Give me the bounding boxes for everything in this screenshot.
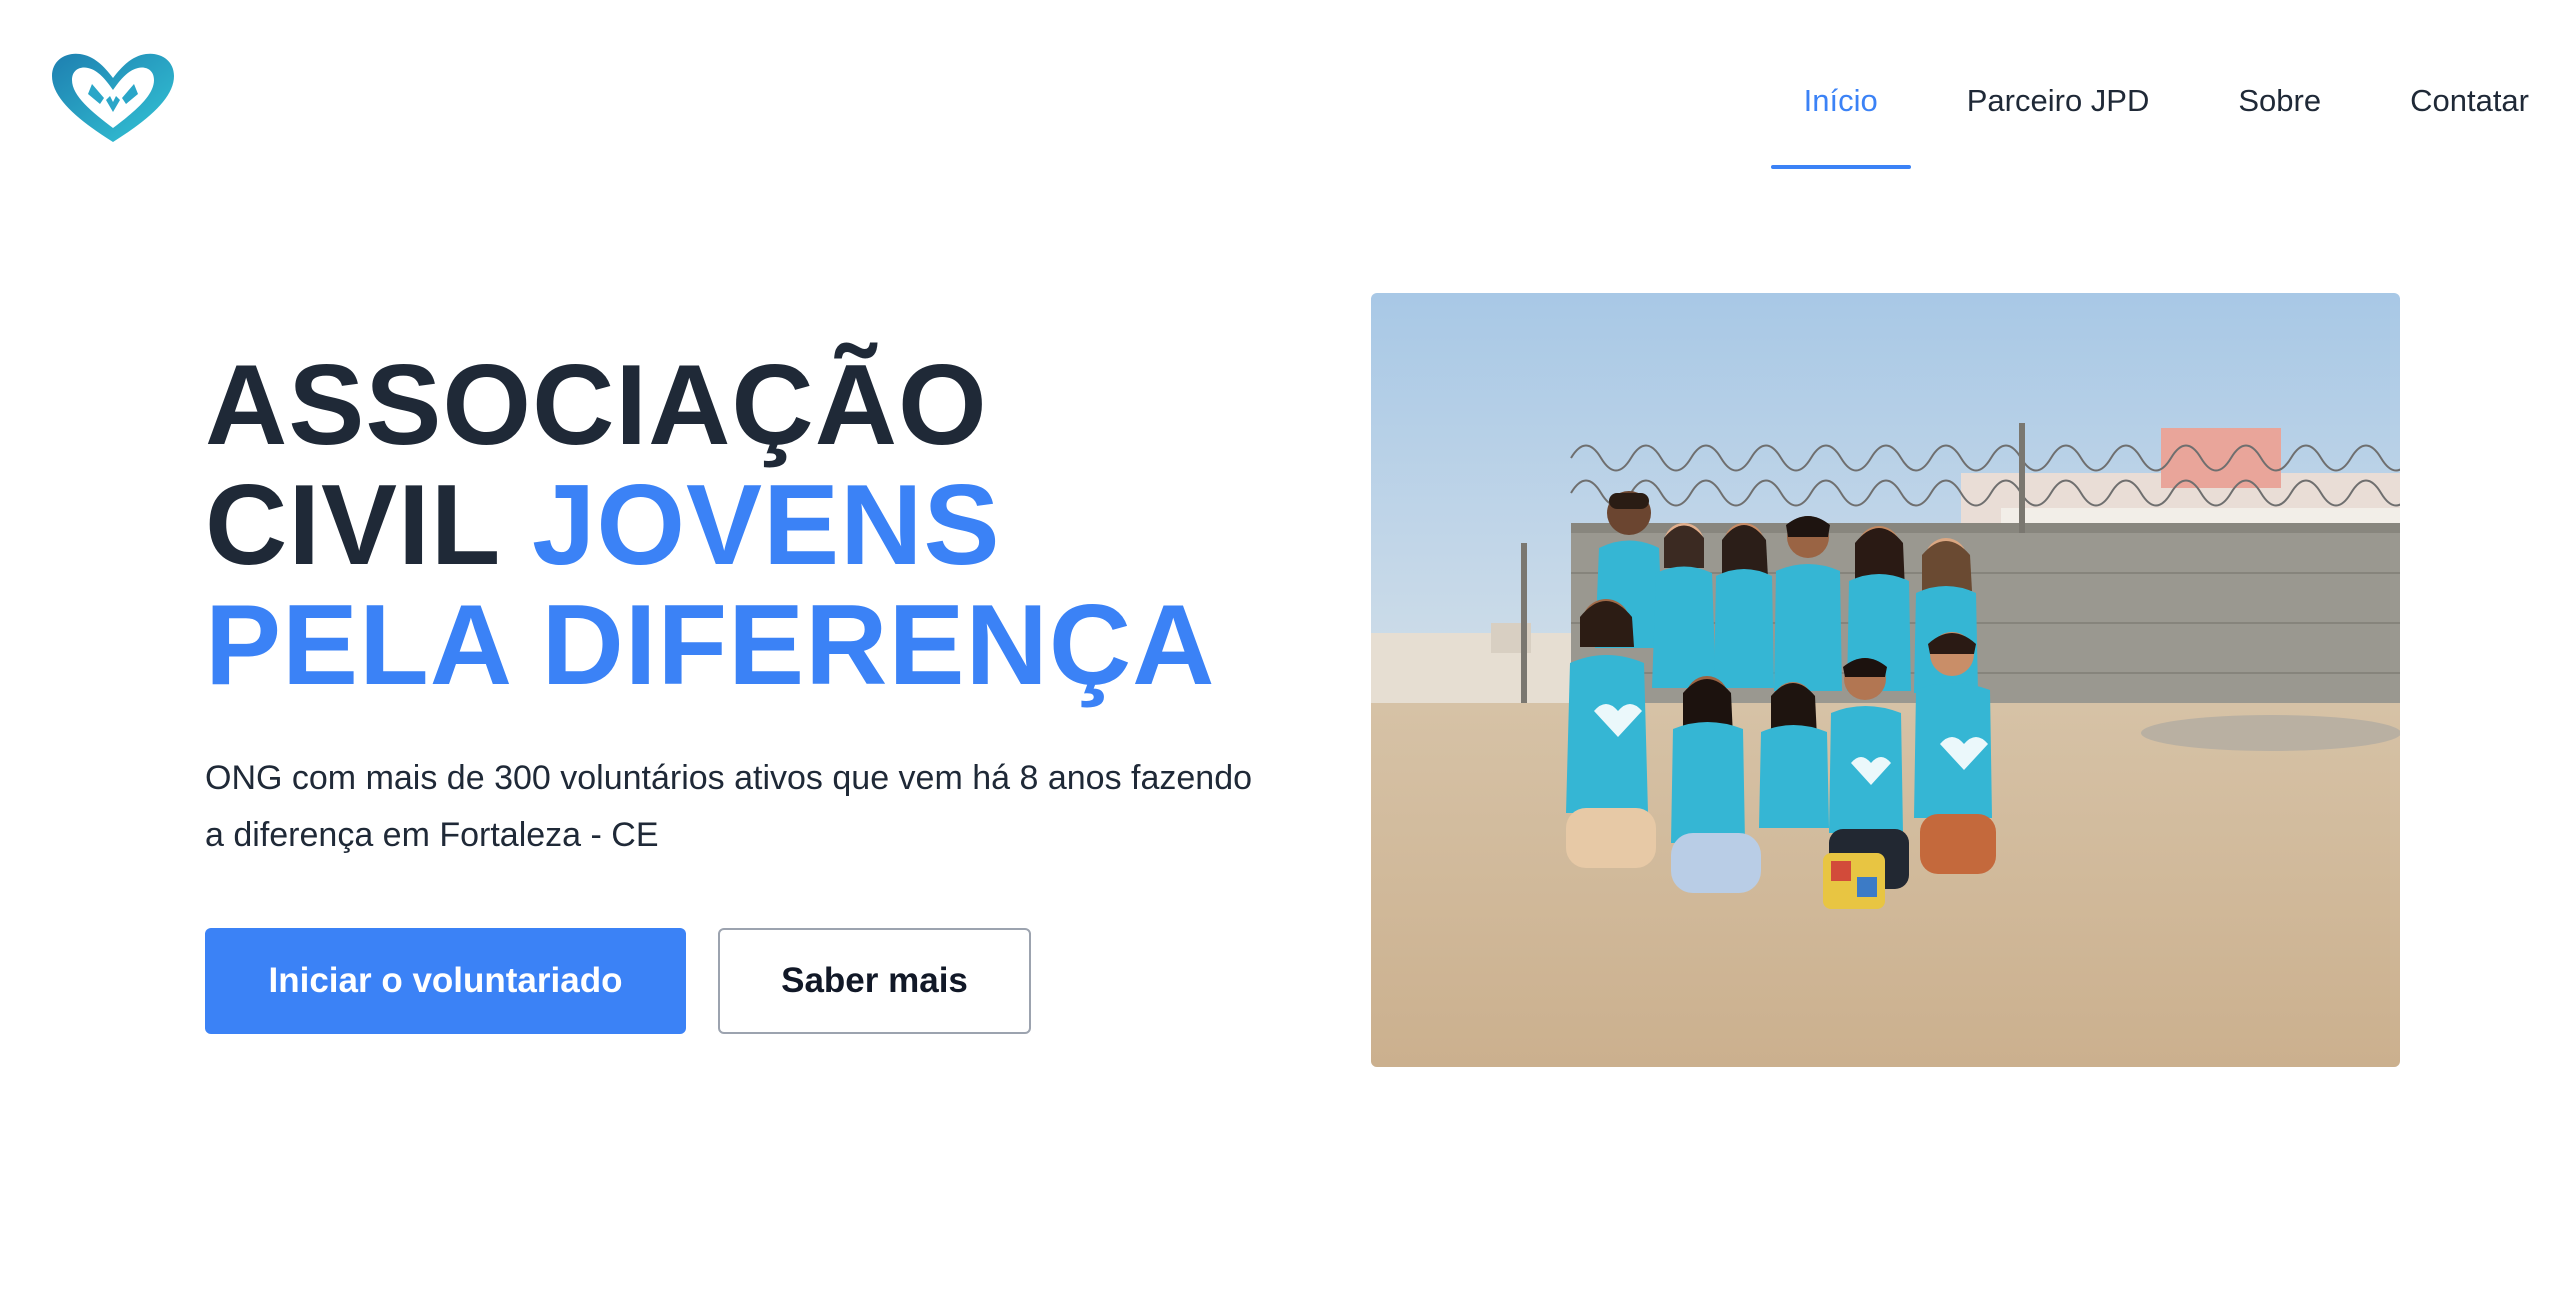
learn-more-button[interactable]: Saber mais: [718, 928, 1031, 1034]
hero-title-accent: JOVENS: [531, 462, 1001, 589]
start-volunteering-button[interactable]: Iniciar o voluntariado: [205, 928, 686, 1034]
hero-title-line3: PELA DIFERENÇA: [205, 582, 1216, 709]
volunteers-group-photo: [1371, 293, 2400, 1067]
main-nav: Início Parceiro JPD Sobre Contatar: [1770, 70, 2529, 169]
heart-hands-icon: [52, 53, 174, 142]
hero-title: ASSOCIAÇÃO CIVIL JOVENS PELA DIFERENÇA: [205, 346, 1305, 706]
hero-title-line1: ASSOCIAÇÃO: [205, 342, 988, 469]
nav-sobre[interactable]: Sobre: [2238, 70, 2321, 132]
volunteers-photo-illustration: [1371, 293, 2400, 1067]
logo[interactable]: [48, 50, 178, 146]
nav-contatar[interactable]: Contatar: [2410, 70, 2529, 132]
nav-inicio[interactable]: Início: [1770, 70, 1911, 169]
nav-parceiro-jpd[interactable]: Parceiro JPD: [1967, 70, 2150, 132]
hero-description: ONG com mais de 300 voluntários ativos q…: [205, 759, 1253, 854]
hero-title-line2: CIVIL: [205, 462, 532, 589]
